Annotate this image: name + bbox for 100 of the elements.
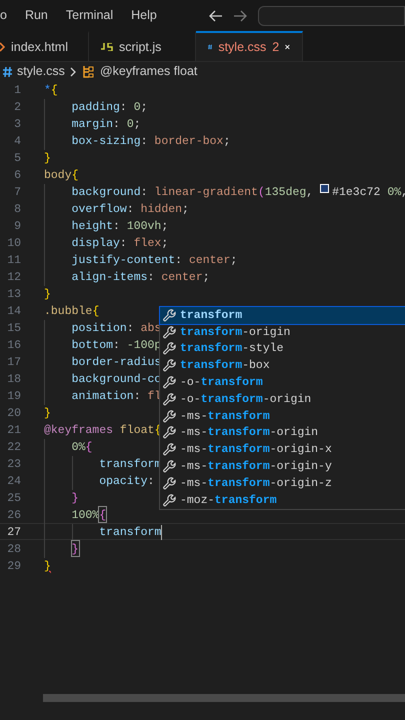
wrench-icon	[163, 376, 176, 390]
code-token: 135deg	[264, 185, 306, 199]
code-token: {	[85, 440, 92, 454]
code-token: :	[113, 219, 121, 233]
suggestion-item[interactable]: -ms-transform-origin-x	[160, 441, 405, 458]
code-token: :	[113, 338, 121, 352]
code-token: transform	[99, 525, 162, 539]
code-token: background-co	[72, 372, 162, 386]
wrench-icon	[163, 494, 176, 507]
code-token: padding	[72, 100, 120, 114]
suggestion-item[interactable]: -o-transform	[160, 374, 405, 391]
code-token: ;	[140, 100, 148, 114]
code-token: :	[120, 100, 128, 114]
tab-label: script.js	[119, 38, 162, 56]
code-token: 0	[134, 100, 141, 114]
suggestion-label: -ms-transform-origin-y	[180, 458, 332, 475]
line-number: 19	[6, 389, 21, 403]
horizontal-scrollbar[interactable]	[43, 694, 405, 702]
wrench-icon	[163, 443, 176, 456]
color-swatch[interactable]	[320, 184, 330, 193]
code-token: ;	[161, 219, 168, 233]
wrench-icon	[163, 460, 176, 474]
code-token: :	[134, 389, 142, 403]
code-token: margin	[72, 117, 114, 131]
line-number: 23	[6, 457, 21, 471]
search-field[interactable]	[258, 6, 405, 26]
line-number: 16	[6, 338, 21, 352]
menu-item[interactable]: Terminal	[66, 6, 114, 25]
suggestion-label: transform-style	[180, 341, 284, 358]
line-number: 3	[13, 117, 21, 131]
breadcrumb-item[interactable]: style.css	[17, 62, 65, 81]
code-token: }	[44, 406, 51, 420]
hash-icon	[208, 42, 212, 52]
line-number: 8	[13, 202, 21, 216]
code-token: ;	[202, 270, 210, 284]
back-arrow-icon[interactable]	[208, 10, 223, 22]
suggestion-item[interactable]: transform	[160, 307, 405, 324]
code-token: center	[188, 253, 230, 267]
code-token: (	[258, 185, 265, 199]
code-token: :	[126, 321, 135, 335]
code-token: display	[72, 236, 120, 250]
suggestion-item[interactable]: -ms-transform-origin	[160, 424, 405, 442]
code-token: background	[72, 185, 141, 199]
line-number: 4	[13, 134, 21, 148]
menu-item[interactable]: o	[0, 6, 7, 25]
suggestion-label: transform	[180, 308, 242, 324]
suggestion-item[interactable]: transform-style	[160, 340, 405, 358]
suggestion-label: -ms-transform-origin	[180, 425, 318, 442]
code-token: ;	[134, 117, 141, 131]
code-token: :	[175, 253, 184, 267]
line-number: 14	[6, 304, 21, 318]
suggestion-item[interactable]: -ms-transform-origin-z	[160, 474, 405, 492]
line-number: 17	[6, 355, 21, 369]
menu-item[interactable]: Help	[131, 6, 157, 25]
wrench-icon	[163, 426, 176, 440]
suggestion-label: -moz-transform	[180, 492, 277, 509]
code-token: :	[148, 270, 156, 284]
code-token: float	[118, 423, 154, 437]
code-token: border-radius	[72, 355, 162, 369]
wrench-icon	[163, 410, 176, 423]
menu-item[interactable]: Run	[24, 6, 48, 25]
line-number: 26	[6, 508, 21, 522]
editor-tab[interactable]: index.html	[0, 31, 89, 61]
line-number: 2	[13, 100, 21, 114]
suggestion-item[interactable]: -ms-transform-origin-y	[160, 458, 405, 475]
code-token: linear-gradient	[154, 185, 258, 199]
suggestion-item[interactable]: -o-transform-origin	[160, 390, 405, 408]
line-number: 28	[6, 542, 21, 556]
suggestion-label: transform-origin	[180, 324, 290, 341]
wrench-icon	[163, 342, 176, 356]
line-number: 11	[6, 253, 21, 267]
suggestion-item[interactable]: -ms-transform	[160, 408, 405, 425]
close-icon[interactable]	[285, 42, 290, 52]
code-token: {	[50, 83, 58, 97]
editor-tab[interactable]: style.css 2	[196, 31, 303, 61]
line-number: 15	[6, 321, 21, 335]
line-number: 22	[6, 440, 21, 454]
code-token: #1e3c72	[332, 185, 382, 199]
code-token: {	[92, 304, 100, 318]
line-number: 9	[13, 219, 21, 233]
suggestion-item[interactable]: transform-box	[160, 357, 405, 374]
code-token: height	[72, 219, 114, 233]
code-token: :	[148, 474, 156, 488]
code-token: 0%	[387, 185, 402, 199]
suggestion-item[interactable]: transform-origin	[160, 324, 405, 341]
line-number: 5	[13, 151, 21, 165]
code-token: ;	[230, 253, 238, 267]
forward-arrow-icon[interactable]	[232, 10, 247, 22]
code-token: .bubble	[44, 304, 92, 318]
error-count: 2	[272, 38, 280, 56]
code-token: center	[161, 270, 203, 284]
code-token: 100vh	[126, 219, 162, 233]
line-number: 18	[6, 372, 21, 386]
code-token: ;	[182, 202, 189, 216]
wrench-icon	[163, 308, 176, 322]
line-number: 29	[6, 559, 21, 573]
code-token: :	[113, 117, 121, 131]
tab-label: style.css	[218, 38, 266, 56]
suggestion-item[interactable]: -moz-transform	[160, 492, 405, 509]
breadcrumb-item[interactable]: @keyframes float	[100, 62, 198, 81]
